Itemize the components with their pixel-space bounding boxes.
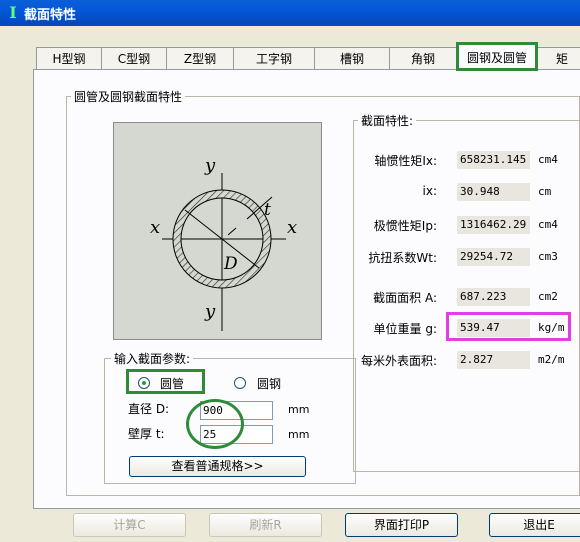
prop-label-wt: 抗扭系数Wt:	[368, 251, 437, 265]
prop-value-surface: 2.827	[457, 351, 530, 369]
section-group-title: 圆管及圆钢截面特性	[71, 88, 186, 105]
thickness-label: 壁厚 t:	[128, 427, 165, 441]
prop-unit-ip: cm4	[538, 218, 558, 231]
thickness-symbol: t	[264, 200, 271, 220]
prop-unit-surface: m2/m	[538, 353, 565, 366]
view-specs-button[interactable]: 查看普通规格>>	[129, 456, 306, 477]
radio-steel-label[interactable]: 圆钢	[257, 375, 281, 392]
properties-group-title: 截面特性:	[358, 112, 417, 129]
diameter-label: 直径 D:	[128, 402, 170, 416]
prop-unit-ix: cm4	[538, 153, 558, 166]
calculate-button[interactable]: 计算C	[73, 513, 186, 537]
diameter-unit: mm	[288, 403, 310, 416]
tab-h-steel[interactable]: H型钢	[36, 47, 102, 69]
input-group-title: 输入截面参数:	[111, 350, 194, 367]
steel-beam-icon: I	[9, 3, 17, 22]
diameter-symbol: D	[223, 254, 238, 274]
radio-steel[interactable]	[234, 377, 246, 389]
prop-label-ix: 轴惯性矩Ix:	[374, 154, 437, 168]
x-axis-left-label: x	[150, 217, 160, 238]
x-axis-right-label: x	[287, 217, 297, 238]
prop-value-radius: 30.948	[457, 183, 530, 201]
thickness-unit: mm	[288, 428, 310, 441]
refresh-button[interactable]: 刷新R	[209, 513, 322, 537]
y-axis-top-label: y	[204, 155, 216, 176]
print-screen-button[interactable]: 界面打印P	[345, 513, 458, 537]
tab-angle[interactable]: 角钢	[389, 47, 457, 69]
title-bar[interactable]: I 截面特性	[0, 0, 580, 26]
prop-label-surface: 每米外表面积:	[360, 354, 437, 368]
tab-channel[interactable]: 槽钢	[314, 47, 390, 69]
prop-label-radius: ix:	[422, 184, 437, 198]
prop-unit-wt: cm3	[538, 250, 558, 263]
prop-unit-radius: cm	[538, 185, 552, 198]
input-highlight-circle	[186, 399, 244, 449]
weight-highlight-box	[446, 312, 571, 341]
tab-z-steel[interactable]: Z型钢	[166, 47, 234, 69]
y-axis-bottom-label: y	[204, 301, 216, 322]
prop-label-weight: 单位重量 g:	[373, 322, 437, 336]
prop-unit-area: cm2	[538, 290, 558, 303]
pipe-cross-section-figure: y y x x t D	[113, 122, 322, 340]
prop-value-ix: 658231.145	[457, 151, 530, 169]
tab-highlight-box	[456, 42, 538, 71]
prop-label-area: 截面面积 A:	[373, 291, 437, 305]
prop-value-area: 687.223	[457, 288, 530, 306]
tab-c-steel[interactable]: C型钢	[101, 47, 167, 69]
pipe-cross-section-diagram: y y x x t D	[150, 155, 297, 331]
tab-i-beam[interactable]: 工字钢	[233, 47, 315, 69]
prop-label-ip: 极惯性矩Ip:	[373, 219, 437, 233]
prop-value-ip: 1316462.29	[457, 216, 530, 234]
radio-highlight-box	[126, 369, 205, 394]
window-title: 截面特性	[24, 8, 77, 23]
prop-value-wt: 29254.72	[457, 248, 530, 266]
tab-rect[interactable]: 矩	[537, 47, 580, 69]
exit-button[interactable]: 退出E	[489, 513, 580, 537]
